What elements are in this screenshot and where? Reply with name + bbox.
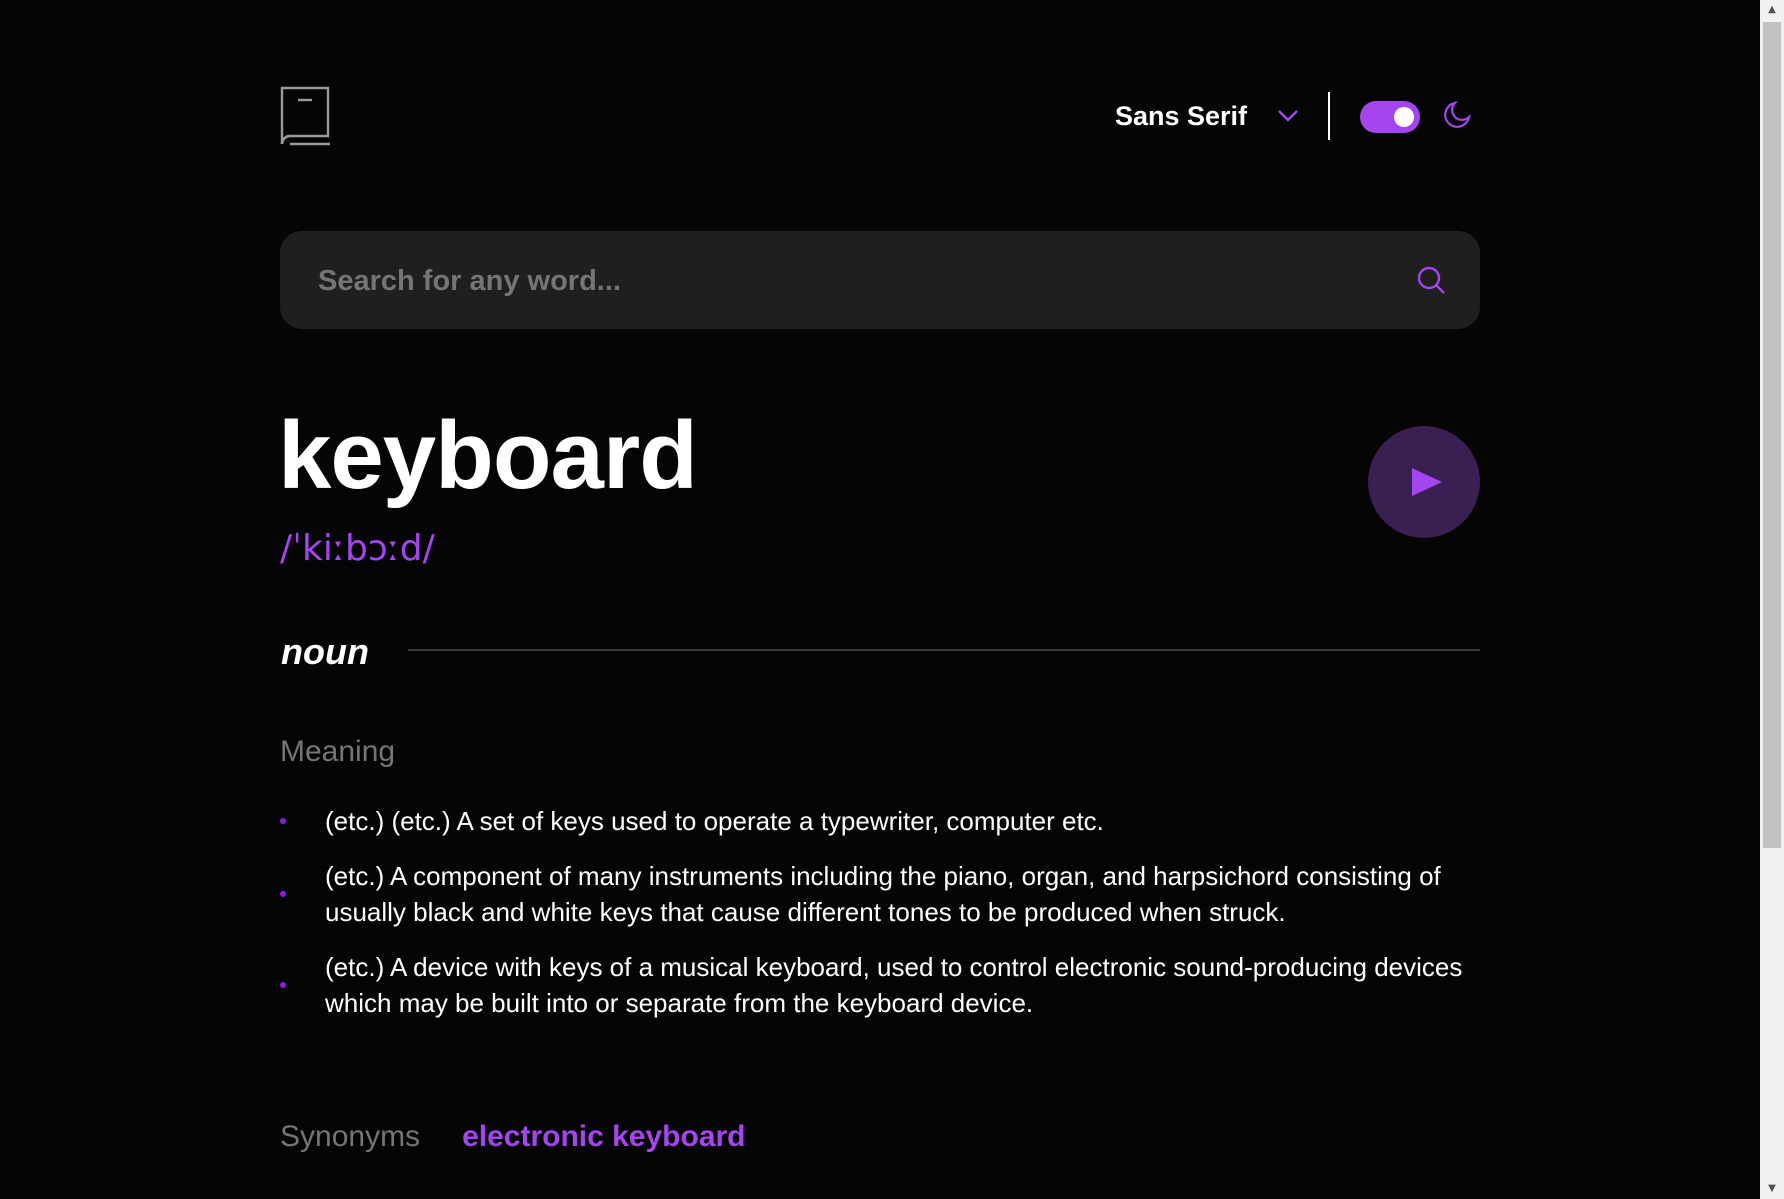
- scrollbar-thumb[interactable]: [1763, 22, 1781, 848]
- scroll-up-arrow-icon[interactable]: ▲: [1760, 0, 1784, 20]
- header-divider: [1328, 92, 1330, 140]
- bullet-icon: [280, 891, 286, 897]
- play-icon: [1412, 468, 1442, 496]
- definition-item: (etc.) A device with keys of a musical k…: [280, 949, 1480, 1021]
- book-icon[interactable]: [280, 86, 332, 146]
- bullet-icon: [280, 982, 286, 988]
- search-icon[interactable]: [1416, 265, 1446, 295]
- moon-icon: [1444, 101, 1471, 128]
- scroll-down-arrow-icon[interactable]: ▼: [1760, 1179, 1784, 1199]
- play-audio-button[interactable]: [1368, 426, 1480, 538]
- definition-text: (etc.) A device with keys of a musical k…: [325, 952, 1463, 1018]
- definition-list: (etc.) (etc.) A set of keys used to oper…: [280, 803, 1480, 1040]
- font-family-select[interactable]: Sans Serif: [1115, 98, 1299, 134]
- word-title: keyboard: [278, 402, 698, 509]
- part-of-speech-label: noun: [281, 631, 369, 672]
- synonym-link[interactable]: electronic keyboard: [462, 1120, 745, 1154]
- definition-item: (etc.) (etc.) A set of keys used to oper…: [280, 803, 1480, 839]
- definition-text: (etc.) (etc.) A set of keys used to oper…: [325, 806, 1104, 836]
- search-bar: [280, 231, 1480, 329]
- phonetic-text: /ˈkiːbɔːd/: [280, 528, 435, 569]
- synonyms-heading: Synonyms: [280, 1120, 421, 1153]
- app-header: Sans Serif: [280, 86, 1480, 146]
- definition-item: (etc.) A component of many instruments i…: [280, 858, 1480, 930]
- meaning-heading: Meaning: [280, 735, 396, 768]
- search-input[interactable]: [316, 255, 1370, 307]
- section-divider: [408, 649, 1480, 651]
- dictionary-page: Sans Serif keyboard /ˈkiːbɔːd/: [0, 0, 1760, 1199]
- synonyms-row: Synonyms electronic keyboard: [280, 1120, 746, 1160]
- theme-toggle[interactable]: [1360, 101, 1420, 133]
- chevron-down-icon: [1278, 110, 1298, 122]
- definition-text: (etc.) A component of many instruments i…: [325, 861, 1441, 927]
- bullet-icon: [280, 818, 286, 824]
- part-of-speech-header: noun: [280, 630, 1480, 674]
- font-family-label: Sans Serif: [1114, 100, 1247, 131]
- vertical-scrollbar[interactable]: ▲ ▼: [1760, 0, 1784, 1199]
- toggle-knob: [1394, 107, 1414, 127]
